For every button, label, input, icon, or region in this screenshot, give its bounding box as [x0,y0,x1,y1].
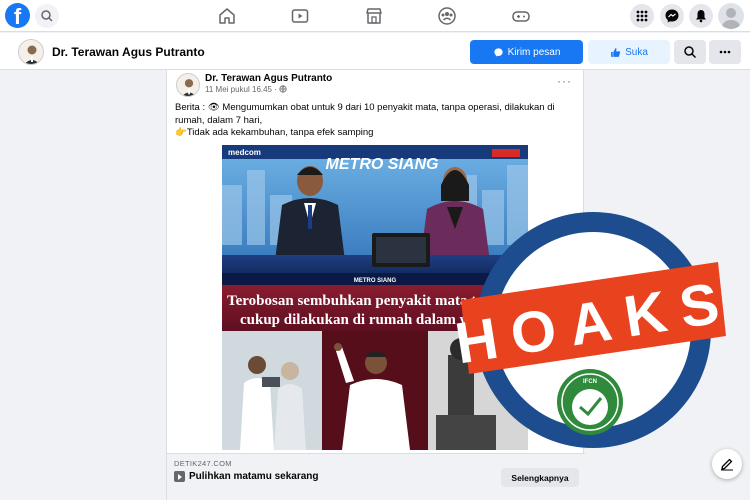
edit-icon [721,458,733,471]
play-icon [174,471,185,482]
caption-line: Terobosan sembuhkan penyakit mata tanpa [227,293,508,309]
seal-label: IFCN [583,379,597,385]
caption-line: cukup dilakukan di rumah dalam wa [240,312,479,328]
post-time-text: 11 Mei pukul 16.45 · [205,85,277,94]
search-icon [41,10,53,22]
post-media-image[interactable]: medcom METRO SIANG METRO SIANG Terobosan… [222,145,528,450]
messenger-button[interactable] [660,4,684,28]
messenger-icon [493,47,503,57]
send-message-button[interactable]: Kirim pesan [470,40,583,64]
facebook-logo[interactable]: f [5,3,30,28]
globe-icon [279,85,287,93]
menu-button[interactable] [630,4,654,28]
post-card: Dr. Terawan Agus Putranto 11 Mei pukul 1… [166,70,585,500]
like-page-button[interactable]: Suka [588,40,670,64]
page-avatar[interactable] [18,39,44,65]
link-preview[interactable]: DETIK247.COM Pulihkan matamu sekarang Se… [167,453,585,500]
link-domain: DETIK247.COM [174,459,232,468]
menu-grid-icon [636,10,648,22]
more-icon [719,50,731,54]
page-more-button[interactable] [709,40,741,64]
default-avatar-icon [722,8,740,29]
link-title[interactable]: Pulihkan matamu sekarang [189,471,319,482]
gaming-icon[interactable] [511,6,531,26]
profile-photo-icon [177,74,199,96]
search-icon [684,46,697,59]
news-broadcast-image: medcom METRO SIANG METRO SIANG Terobosan… [222,145,528,450]
account-avatar[interactable] [718,3,744,29]
post-body: Berita : 👁 Mengumumkan obat untuk 9 dari… [175,102,580,140]
send-message-label: Kirim pesan [507,46,561,58]
show-title: METRO SIANG [326,156,439,173]
thumb-up-icon [611,47,621,57]
messenger-icon [665,9,679,23]
post-text-line: 👉Tidak ada kekambuhan, tanpa efek sampin… [175,127,374,138]
post-timestamp[interactable]: 11 Mei pukul 16.45 · [205,85,287,94]
page-title[interactable]: Dr. Terawan Agus Putranto [52,45,205,59]
post-author-name[interactable]: Dr. Terawan Agus Putranto [205,73,332,84]
page-search-button[interactable] [674,40,706,64]
profile-photo-icon [19,40,43,64]
post-text-line: Berita : 👁 Mengumumkan obat untuk 9 dari… [175,102,555,126]
groups-icon[interactable] [437,6,457,26]
search-button[interactable] [35,4,59,28]
marketplace-icon[interactable] [364,6,384,26]
post-options-button[interactable]: ··· [557,74,572,88]
lower-third-label: METRO SIANG [354,278,397,284]
notifications-button[interactable] [689,4,713,28]
watch-icon[interactable] [290,6,310,26]
notifications-icon [696,10,706,23]
top-navigation-bar: f [0,0,750,32]
learn-more-button[interactable]: Selengkapnya [501,468,579,487]
like-page-label: Suka [625,46,648,58]
post-author-avatar[interactable] [176,73,200,97]
channel-logo: medcom [228,148,261,157]
new-message-button[interactable] [712,449,742,479]
home-icon[interactable] [217,6,237,26]
page-header: Dr. Terawan Agus Putranto Kirim pesan Su… [0,33,750,70]
